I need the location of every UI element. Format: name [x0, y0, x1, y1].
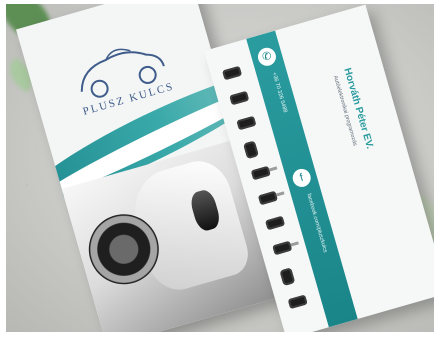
facebook-link: facebook.com/pluszkulcs — [305, 192, 329, 254]
key-fob-icon — [236, 115, 257, 131]
key-fob-icon — [243, 140, 259, 160]
blade-key-icon — [257, 190, 278, 206]
key-fob-icon — [222, 65, 243, 81]
blade-key-icon — [250, 165, 271, 181]
phone-icon: ✆ — [255, 45, 279, 68]
key-fob-icon — [229, 90, 250, 106]
key-fob-icon — [287, 294, 308, 310]
facebook-icon: f — [290, 166, 313, 190]
photo-frame: PLUSZ KULCS ✆ +36 70 326 5488 f facebook… — [6, 4, 434, 332]
phone-number: +36 70 326 5488 — [270, 71, 288, 114]
key-fob-icon — [279, 267, 296, 287]
blade-key-icon — [272, 240, 293, 256]
key-fob-icon — [265, 215, 286, 231]
